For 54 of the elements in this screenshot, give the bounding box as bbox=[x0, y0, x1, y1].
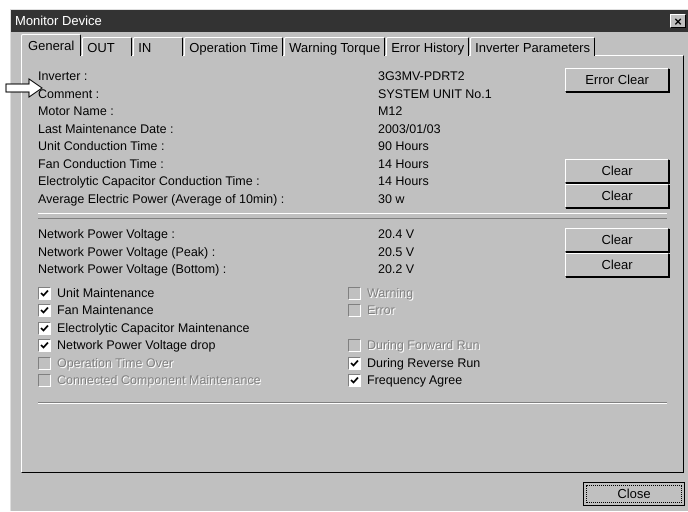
close-button[interactable]: × bbox=[670, 14, 686, 28]
field-value: 3G3MV-PDRT2 bbox=[378, 68, 465, 86]
checkbox-label: Warning bbox=[367, 284, 414, 302]
window-title: Monitor Device bbox=[15, 12, 102, 30]
tab[interactable]: Inverter Parameters bbox=[470, 37, 596, 56]
field-value: M12 bbox=[378, 103, 402, 120]
checkbox-label: Operation Time Over bbox=[57, 354, 174, 372]
checkbox[interactable] bbox=[348, 356, 361, 370]
field-value: 20.2 V bbox=[378, 261, 414, 278]
checkbox[interactable] bbox=[38, 339, 51, 352]
checkbox-label: Network Power Voltage drop bbox=[57, 337, 216, 354]
tab[interactable]: Warning Torque bbox=[284, 37, 386, 56]
clear-button[interactable]: Clear bbox=[565, 228, 669, 252]
field-label: Inverter : bbox=[38, 68, 88, 86]
checkbox-label: Electrolytic Capacitor Maintenance bbox=[57, 320, 250, 337]
field-label: Fan Conduction Time : bbox=[38, 156, 165, 173]
field-value: 20.5 V bbox=[378, 244, 414, 261]
checkbox-label: Error bbox=[367, 302, 395, 320]
tab[interactable]: General bbox=[21, 34, 82, 56]
field-value: 30 w bbox=[378, 190, 404, 208]
checkbox-label: During Forward Run bbox=[367, 337, 480, 354]
checkbox[interactable] bbox=[38, 322, 51, 335]
clear-button[interactable]: Error Clear bbox=[565, 68, 669, 92]
clear-button[interactable]: Clear bbox=[565, 184, 669, 208]
checkbox-label: Unit Maintenance bbox=[57, 284, 154, 302]
field-label: Electrolytic Capacitor Conduction Time : bbox=[38, 173, 261, 190]
field-value: 2003/01/03 bbox=[378, 120, 441, 138]
field-label: Network Power Voltage (Bottom) : bbox=[38, 261, 228, 278]
field-value: 14 Hours bbox=[378, 173, 429, 190]
clear-button[interactable]: Clear bbox=[565, 159, 669, 183]
field-value: 20.4 V bbox=[378, 226, 414, 244]
checkbox[interactable] bbox=[38, 304, 51, 318]
close-button[interactable]: Close bbox=[583, 482, 685, 506]
checkbox-label: Frequency Agree bbox=[367, 372, 462, 390]
tab[interactable]: IN bbox=[133, 37, 184, 56]
field-label: Last Maintenance Date : bbox=[38, 120, 174, 138]
field-value: 90 Hours bbox=[378, 138, 429, 156]
field-label: Average Electric Power (Average of 10min) : bbox=[38, 190, 286, 208]
checkbox-label: Fan Maintenance bbox=[57, 302, 154, 320]
tab[interactable]: OUT bbox=[82, 37, 132, 56]
checkbox-label: During Reverse Run bbox=[367, 354, 480, 372]
tab[interactable]: Operation Time bbox=[184, 37, 284, 56]
field-value: SYSTEM UNIT No.1 bbox=[378, 86, 492, 103]
field-value: 14 Hours bbox=[378, 156, 429, 173]
field-label: Motor Name : bbox=[38, 103, 115, 120]
field-label: Comment : bbox=[38, 86, 100, 103]
tab[interactable]: Error History bbox=[386, 37, 470, 56]
clear-button[interactable]: Clear bbox=[565, 253, 669, 277]
checkbox-label: Connected Component Maintenance bbox=[57, 372, 261, 390]
checkbox[interactable] bbox=[348, 374, 361, 388]
field-label: Network Power Voltage : bbox=[38, 226, 176, 244]
field-label: Network Power Voltage (Peak) : bbox=[38, 244, 216, 261]
field-label: Unit Conduction Time : bbox=[38, 138, 166, 156]
checkbox[interactable] bbox=[38, 286, 51, 300]
